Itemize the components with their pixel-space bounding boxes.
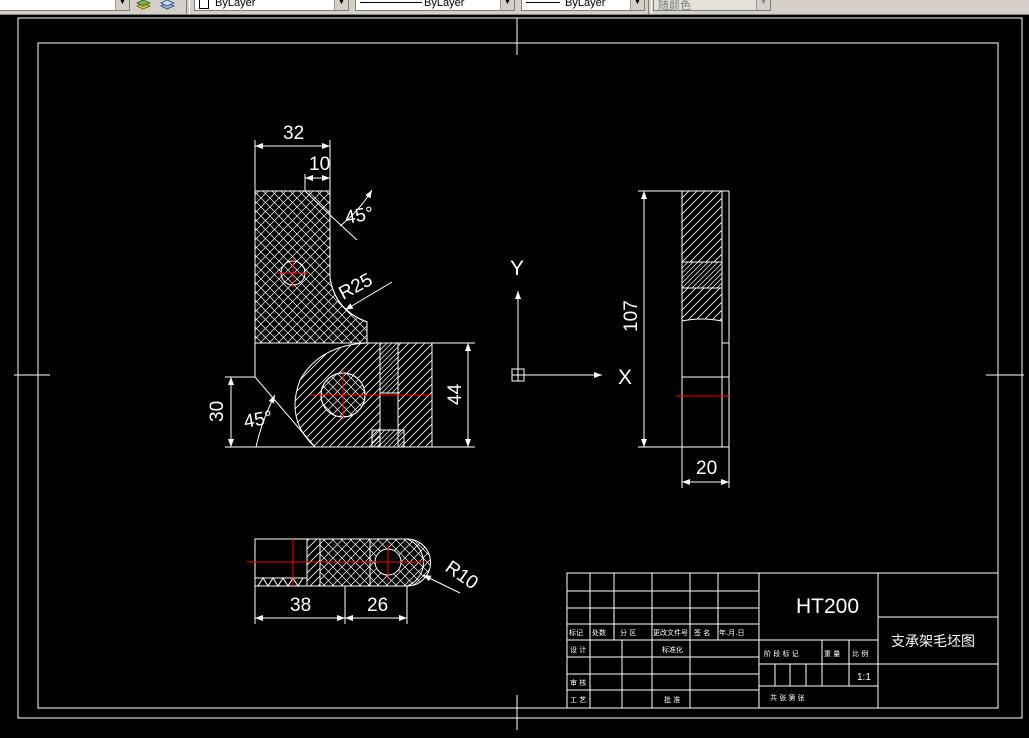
toolbar-separator (648, 0, 652, 14)
plotstyle-dropdown[interactable]: 随颜色 ▼ (653, 0, 771, 12)
top-view[interactable] (254, 538, 461, 624)
color-value: ByLayer (215, 0, 256, 9)
lineweight-swatch (526, 2, 560, 3)
color-dropdown[interactable]: ByLayer ▼ (194, 0, 349, 11)
tb-row-sign: 签 名 (694, 628, 710, 637)
side-view[interactable] (638, 190, 730, 488)
dim-notch: 10 (309, 154, 330, 175)
tb-weight: 重 量 (824, 650, 840, 658)
linetype-value: ByLayer (424, 0, 465, 9)
drawing-svg[interactable]: 32 10 45° R25 30 45° 44 107 20 38 26 R10… (0, 15, 1029, 738)
lineweight-value: ByLayer (565, 0, 606, 9)
layer-dropdown[interactable]: ▼ (0, 0, 130, 11)
tb-ratio: 比 例 (852, 649, 868, 658)
chevron-down-icon[interactable]: ▼ (334, 0, 348, 10)
ucs-icon (511, 291, 602, 382)
tb-row-doc: 更改文件号 (653, 628, 688, 637)
toolbar-separator (186, 0, 190, 14)
dim-top-width: 32 (283, 123, 304, 144)
dim-side-height: 107 (621, 300, 642, 332)
tb-approve: 批 准 (664, 695, 680, 704)
dim-chamfer-top: 45° (343, 203, 375, 229)
dim-height-right: 44 (445, 383, 466, 405)
tb-design: 设 计 (570, 645, 586, 654)
dim-height-left: 30 (207, 401, 228, 422)
linetype-dropdown[interactable]: ByLayer ▼ (355, 0, 515, 11)
properties-toolbar: ▼ ByLayer ▼ ByLayer ▼ ByLayer ▼ 随颜色 ▼ (0, 0, 1029, 15)
chevron-down-icon[interactable]: ▼ (115, 0, 129, 10)
make-object-layer-current-icon[interactable] (136, 0, 151, 11)
drawing-name: 支承架毛坯图 (891, 633, 975, 649)
ucs-x-label: X (618, 366, 632, 389)
tb-stage: 阶 段 标 记 (764, 649, 799, 658)
outer-frame (17, 17, 1023, 719)
dim-bottom-left: 38 (290, 595, 311, 616)
lineweight-dropdown[interactable]: ByLayer ▼ (521, 0, 645, 11)
chevron-down-icon[interactable]: ▼ (756, 0, 770, 10)
dim-bottom-right: 26 (367, 595, 388, 616)
ucs-y-label: Y (510, 257, 524, 280)
color-swatch-icon (199, 0, 209, 9)
chevron-down-icon[interactable]: ▼ (500, 0, 514, 10)
tb-sheets: 共 张 第 张 (770, 693, 805, 702)
tb-row-mark: 标记 (569, 628, 583, 637)
scale-value: 1:1 (857, 672, 871, 683)
plotstyle-value: 随颜色 (658, 0, 691, 12)
tb-row-date: 年.月.日 (719, 628, 744, 637)
dim-side-width: 20 (696, 458, 717, 479)
linetype-swatch (360, 2, 422, 3)
model-space[interactable]: 32 10 45° R25 30 45° 44 107 20 38 26 R10… (0, 15, 1029, 738)
tb-process: 工 艺 (570, 696, 586, 704)
dim-radius-large: R25 (335, 270, 376, 305)
chevron-down-icon[interactable]: ▼ (630, 0, 644, 10)
tb-row-zone: 分 区 (620, 628, 636, 637)
tb-review: 审 核 (570, 678, 586, 687)
material-label: HT200 (796, 595, 859, 618)
layer-previous-icon[interactable] (160, 0, 175, 11)
tb-row-count: 处数 (592, 628, 606, 637)
dim-radius-small: R10 (441, 557, 482, 594)
tb-standard: 标准化 (662, 645, 683, 654)
dim-chamfer-bottom: 45° (242, 407, 274, 433)
